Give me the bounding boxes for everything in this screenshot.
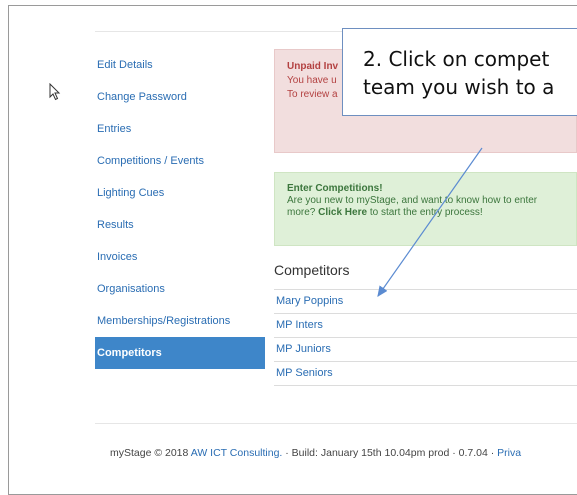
alert-text: Are you new to myStage, and want to know… [287,195,538,206]
competitor-row[interactable]: MP Inters [274,313,577,337]
sidebar-item-label: Organisations [97,283,165,295]
company-link[interactable]: AW ICT Consulting. [191,447,283,459]
tutorial-callout: 2. Click on compet team you wish to a [342,28,577,116]
competitors-list: Mary Poppins MP Inters MP Juniors MP Sen… [274,289,577,386]
competitors-heading: Competitors [274,262,350,278]
sidebar-item-label: Competitions / Events [97,155,204,167]
sidebar-item-entries[interactable]: Entries [95,113,265,145]
alert-text: more? Click Here to start the entry proc… [287,207,564,219]
build-info: · Build: January 15th 10.04pm prod · 0.7… [282,447,498,459]
alert-title: Enter Competitions! [287,183,383,194]
sidebar-item-label: Invoices [97,251,138,263]
sidebar-item-invoices[interactable]: Invoices [95,241,265,273]
sidebar-item-label: Edit Details [97,59,153,71]
click-here-link[interactable]: Click Here [318,207,367,218]
callout-line: 2. Click on compet [363,47,550,71]
sidebar-item-competitions-events[interactable]: Competitions / Events [95,145,265,177]
sidebar-item-competitors[interactable]: Competitors [95,337,265,369]
sidebar-item-label: Entries [97,123,132,135]
sidebar-item-change-password[interactable]: Change Password [95,81,265,113]
footer-divider [95,423,577,424]
mouse-pointer-icon [49,83,61,101]
competitor-row[interactable]: Mary Poppins [274,289,577,313]
sidebar-item-label: Memberships/Registrations [97,315,231,327]
account-sidebar: Edit Details Change Password Entries Com… [95,49,265,369]
sidebar-item-label: Change Password [97,91,187,103]
sidebar-item-lighting-cues[interactable]: Lighting Cues [95,177,265,209]
sidebar-item-label: Lighting Cues [97,187,165,199]
sidebar-item-edit-details[interactable]: Edit Details [95,49,265,81]
sidebar-item-results[interactable]: Results [95,209,265,241]
sidebar-item-label: Results [97,219,134,231]
sidebar-item-label: Competitors [97,347,162,359]
footer-text: myStage © 2018 [110,447,191,459]
alert-text-part: to start the entry process! [367,207,483,218]
competitor-row[interactable]: MP Juniors [274,337,577,361]
callout-line: team you wish to a [363,75,555,99]
enter-competitions-alert: Enter Competitions! Are you new to mySta… [274,172,577,246]
sidebar-item-memberships-registrations[interactable]: Memberships/Registrations [95,305,265,337]
footer: myStage © 2018 AW ICT Consulting. · Buil… [110,447,521,459]
alert-text-part: more? [287,207,319,218]
sidebar-item-organisations[interactable]: Organisations [95,273,265,305]
competitor-row[interactable]: MP Seniors [274,361,577,386]
privacy-link[interactable]: Priva [497,447,521,459]
